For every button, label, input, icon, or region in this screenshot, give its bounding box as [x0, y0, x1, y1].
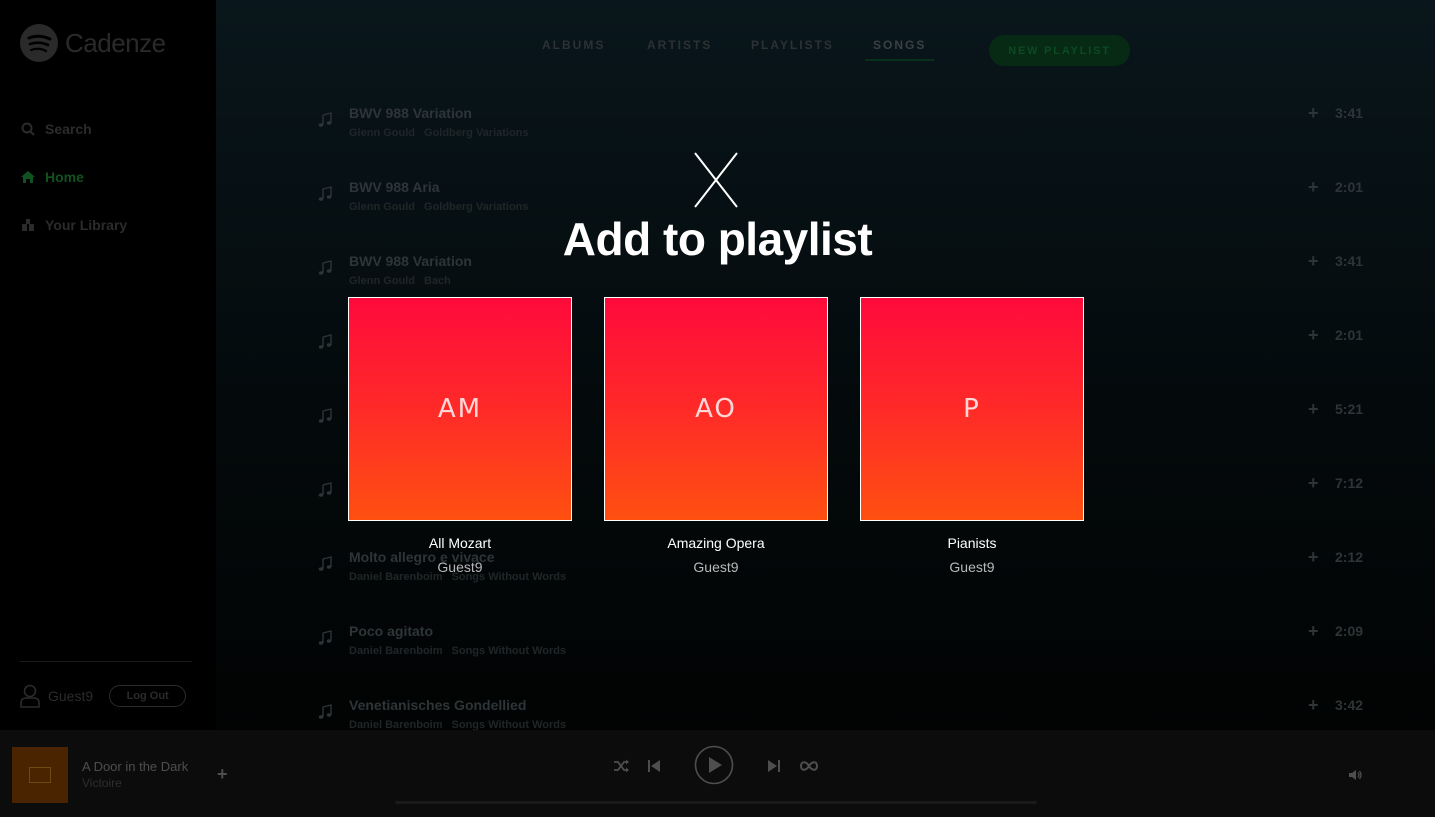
playlist-cover[interactable]: AO: [604, 297, 828, 521]
repeat-icon[interactable]: [798, 757, 820, 775]
playlist-name: Pianists: [947, 535, 997, 551]
playlist-card[interactable]: AO Amazing Opera Guest9: [604, 297, 828, 575]
playlist-name: All Mozart: [428, 535, 492, 551]
play-button[interactable]: [694, 745, 734, 785]
playlist-initials: P: [963, 394, 981, 424]
playlist-owner: Guest9: [949, 559, 995, 575]
playlist-owner: Guest9: [693, 559, 739, 575]
playlist-name: Amazing Opera: [667, 535, 765, 551]
playlist-initials: AM: [437, 394, 483, 424]
add-current-song-button[interactable]: +: [217, 764, 228, 785]
add-to-playlist-modal: Add to playlist AM All Mozart Guest9 AO …: [0, 0, 1435, 730]
playlist-cover[interactable]: AM: [348, 297, 572, 521]
album-cover[interactable]: [12, 747, 68, 803]
shuffle-icon[interactable]: [612, 757, 630, 775]
modal-title: Add to playlist: [562, 213, 873, 265]
playlist-card[interactable]: P Pianists Guest9: [860, 297, 1084, 575]
playlist-owner: Guest9: [437, 559, 483, 575]
progress-bar[interactable]: [395, 801, 1037, 804]
cover-art-glyph: [29, 767, 51, 783]
close-icon[interactable]: [692, 151, 740, 209]
playlist-initials: AO: [695, 394, 737, 424]
playlist-cover[interactable]: P: [860, 297, 1084, 521]
next-icon[interactable]: [766, 757, 782, 775]
previous-icon[interactable]: [646, 757, 662, 775]
player-bar: A Door in the Dark Victoire +: [0, 730, 1435, 817]
volume-icon[interactable]: [1347, 767, 1365, 783]
now-playing-title[interactable]: A Door in the Dark: [82, 759, 188, 774]
now-playing-artist[interactable]: Victoire: [82, 776, 122, 790]
playlist-card[interactable]: AM All Mozart Guest9: [348, 297, 572, 575]
